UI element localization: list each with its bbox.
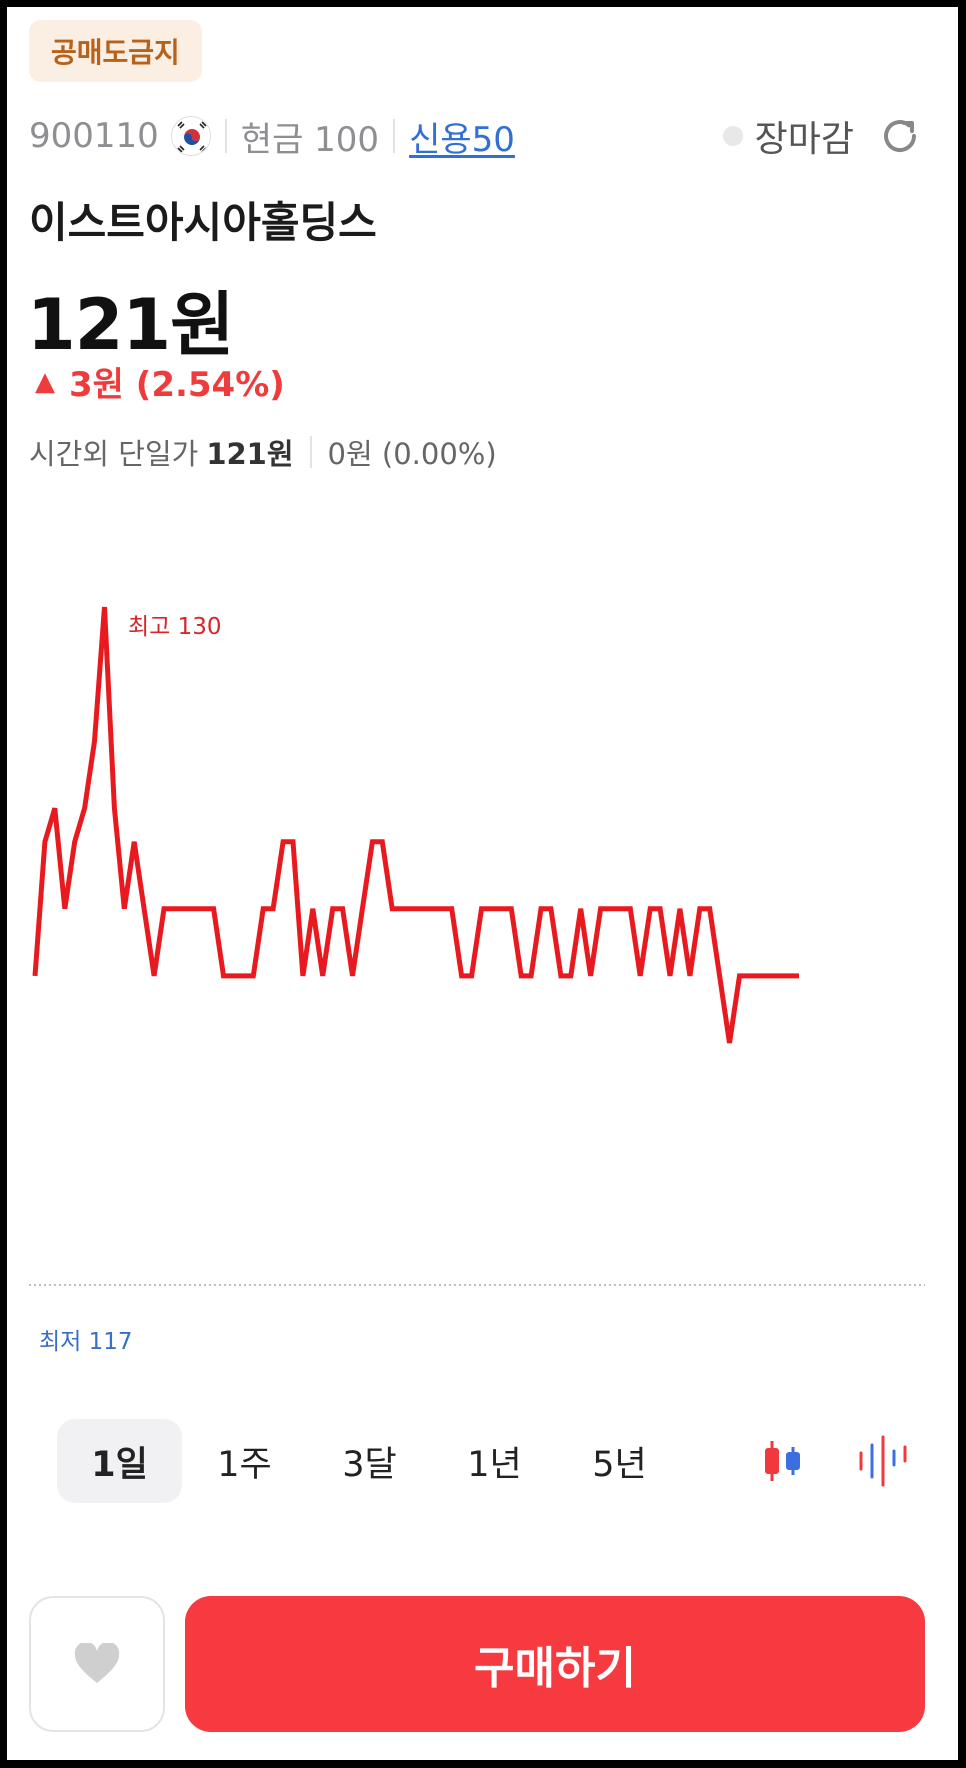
current-price: 121원 <box>27 284 235 366</box>
buy-button[interactable]: 구매하기 <box>185 1596 925 1732</box>
candlestick-icon[interactable] <box>755 1435 811 1487</box>
period-tab-3m[interactable]: 3달 <box>307 1419 432 1503</box>
divider <box>393 119 396 153</box>
divider <box>309 436 312 468</box>
period-tab-1y[interactable]: 1년 <box>432 1419 557 1503</box>
refresh-icon[interactable] <box>878 114 922 158</box>
volume-bars-icon[interactable] <box>855 1435 911 1487</box>
korea-flag-icon <box>170 116 211 156</box>
period-tab-5y[interactable]: 5년 <box>557 1419 682 1503</box>
divider <box>224 119 227 153</box>
heart-icon <box>74 1643 120 1683</box>
short-sale-ban-badge: 공매도금지 <box>29 20 202 82</box>
period-tab-1d[interactable]: 1일 <box>57 1419 182 1503</box>
price-change: ▲ 3원 (2.54%) <box>35 357 285 406</box>
market-status-label: 장마감 <box>754 119 854 160</box>
afterhours-change: 0원 (0.00%) <box>327 437 497 471</box>
afterhours-price: 121원 <box>206 437 294 471</box>
cash-margin-label: 현금 100 <box>240 119 380 160</box>
price-line <box>32 606 799 1044</box>
chart-high-label: 최고 130 <box>128 614 222 640</box>
stock-code: 900110 <box>29 116 159 156</box>
period-tabs: 1일 1주 3달 1년 5년 <box>57 1419 682 1503</box>
stock-detail-screen: 공매도금지 900110 현금 100 신용50 장마감 이스트아시아홀딩스 1… <box>7 7 958 1760</box>
favorite-button[interactable] <box>29 1596 165 1732</box>
market-status: 장마감 <box>722 111 922 161</box>
period-tab-1w[interactable]: 1주 <box>182 1419 307 1503</box>
chart-low-label: 최저 117 <box>39 1329 133 1355</box>
up-arrow-icon: ▲ <box>35 366 55 397</box>
afterhours-row: 시간외 단일가 121원 0원 (0.00%) <box>29 431 497 473</box>
price-change-value: 3원 (2.54%) <box>69 365 285 405</box>
stock-name: 이스트아시아홀딩스 <box>29 198 377 247</box>
status-dot <box>722 126 743 146</box>
credit-margin-link[interactable]: 신용50 <box>409 112 515 161</box>
afterhours-label: 시간외 단일가 <box>29 437 199 471</box>
price-chart[interactable] <box>7 567 958 1367</box>
